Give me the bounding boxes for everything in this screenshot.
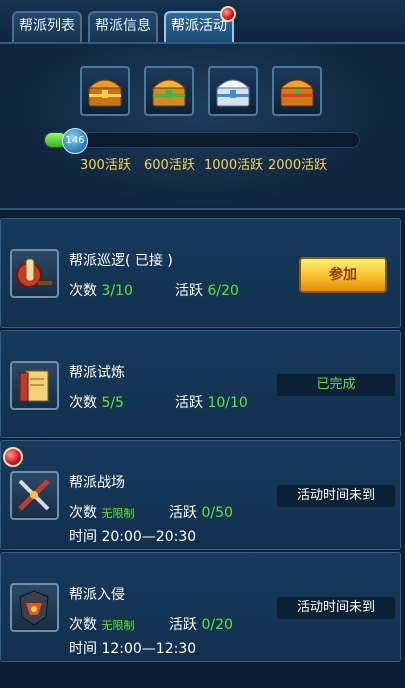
tier-label: 1000活跃	[204, 158, 264, 173]
tab-bar: 帮派列表 帮派信息 帮派活动	[0, 0, 405, 44]
count-stat: 次数 无限制	[69, 614, 134, 634]
count-stat: 次数 无限制	[69, 502, 134, 522]
count-stat: 次数 3/10	[69, 280, 133, 300]
active-stat: 活跃 10/10	[175, 392, 248, 412]
active-label: 活跃	[169, 505, 197, 521]
time-stat: 时间 12:00—12:30	[69, 638, 196, 658]
activity-title: 帮派战场	[69, 475, 125, 491]
treasure-chest-icon[interactable]	[144, 66, 194, 116]
tab-guild-info[interactable]: 帮派信息	[88, 11, 158, 42]
active-stat: 活跃 6/20	[175, 280, 239, 300]
count-stat: 次数 5/5	[69, 392, 124, 412]
active-value: 0/50	[201, 505, 233, 521]
activity-reward-panel: 146 300活跃 600活跃 1000活跃 2000活跃	[0, 44, 405, 210]
time-value: 20:00—20:30	[101, 529, 197, 545]
count-value: 3/10	[101, 283, 133, 299]
activity-title: 帮派巡逻( 已接 )	[69, 253, 173, 269]
activity-row-battlefield: 帮派战场 次数 无限制 活跃 0/50 时间 20:00—20:30 活动时间未…	[0, 440, 401, 550]
notification-dot-icon	[3, 447, 23, 467]
activity-title: 帮派试炼	[69, 365, 125, 381]
active-value: 0/20	[201, 617, 233, 633]
active-label: 活跃	[169, 617, 197, 633]
activity-row-trial: 帮派试炼 次数 5/5 活跃 10/10 已完成	[0, 330, 401, 438]
not-started-status: 活动时间未到	[277, 485, 395, 507]
tier-label: 600活跃	[144, 158, 195, 173]
active-stat: 活跃 0/20	[169, 614, 233, 634]
count-label: 次数	[69, 505, 97, 521]
count-value: 5/5	[101, 395, 124, 411]
activity-title: 帮派入侵	[69, 587, 125, 603]
count-value: 无限制	[101, 507, 135, 520]
activity-progress-bar	[44, 132, 360, 148]
scroll-icon	[10, 361, 59, 410]
treasure-chest-icon[interactable]	[272, 66, 322, 116]
count-value: 无限制	[101, 619, 135, 632]
count-label: 次数	[69, 395, 97, 411]
join-button[interactable]: 参加	[299, 257, 387, 293]
count-label: 次数	[69, 283, 97, 299]
active-value: 6/20	[207, 283, 239, 299]
treasure-chest-icon[interactable]	[80, 66, 130, 116]
not-started-status: 活动时间未到	[277, 597, 395, 619]
active-value: 10/10	[207, 395, 248, 411]
count-label: 次数	[69, 617, 97, 633]
activity-row-invasion: 帮派入侵 次数 无限制 活跃 0/20 时间 12:00—12:30 活动时间未…	[0, 552, 401, 662]
tier-label: 300活跃	[80, 158, 131, 173]
active-label: 活跃	[175, 283, 203, 299]
time-value: 12:00—12:30	[101, 641, 197, 657]
activity-progress-value: 146	[62, 128, 88, 154]
patrol-banner-icon	[10, 249, 59, 298]
treasure-chest-icon[interactable]	[208, 66, 258, 116]
active-label: 活跃	[175, 395, 203, 411]
tier-label: 2000活跃	[268, 158, 328, 173]
completed-status: 已完成	[277, 374, 395, 396]
notification-dot-icon	[220, 6, 236, 22]
active-stat: 活跃 0/50	[169, 502, 233, 522]
time-label: 时间	[69, 641, 97, 657]
crossed-swords-icon	[10, 471, 59, 520]
time-label: 时间	[69, 529, 97, 545]
invasion-icon	[10, 583, 59, 632]
activity-row-patrol: 帮派巡逻( 已接 ) 次数 3/10 活跃 6/20 参加	[0, 218, 401, 328]
time-stat: 时间 20:00—20:30	[69, 526, 196, 546]
tab-guild-list[interactable]: 帮派列表	[12, 11, 82, 42]
